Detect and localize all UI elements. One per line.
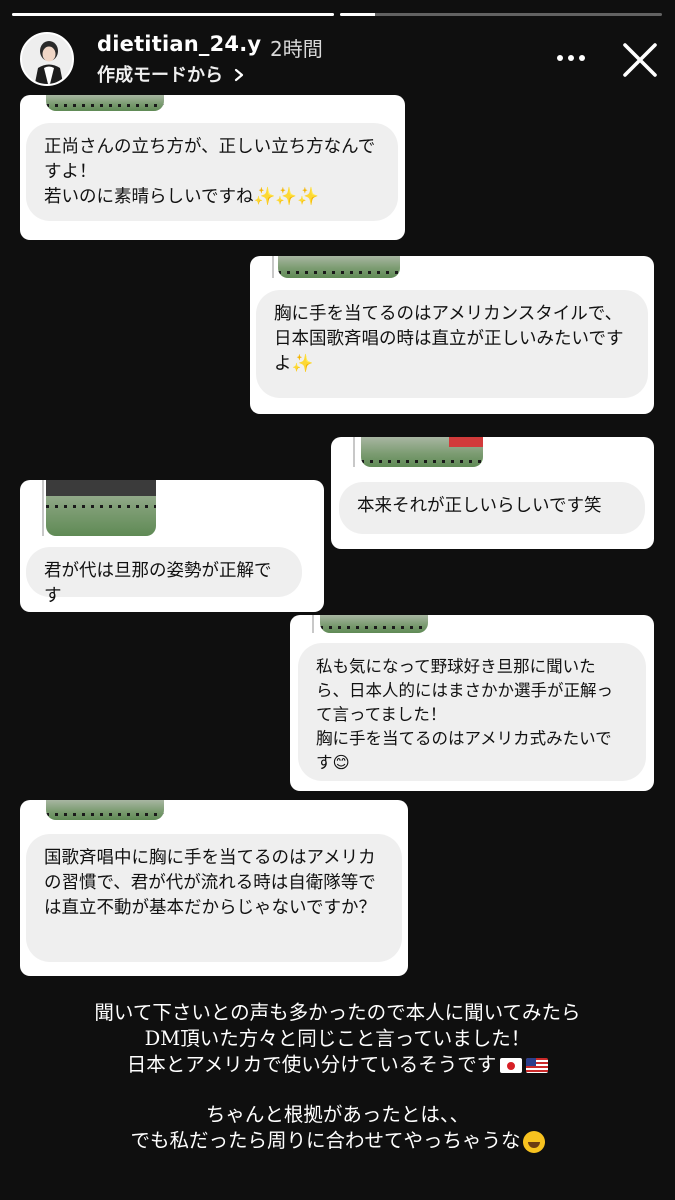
caption-line-3-wrap: 日本とアメリカで使い分けているそうです [0, 1052, 675, 1078]
message-bubble-3: 本来それが正しいらしいです笑 [339, 482, 645, 534]
story-progress-bar-1 [12, 13, 334, 16]
story-caption-block-1: 聞いて下さいとの声も多かったので本人に聞いてみたら DM頂いた方々と同じこと言っ… [0, 1000, 675, 1078]
message-bubble-1: 正尚さんの立ち方が、正しい立ち方なんですよ！ 若いのに素晴らしいですね✨✨✨ [26, 123, 398, 221]
dm-screenshot-card-6: 国歌斉唱中に胸に手を当てるのはアメリカの習慣で、君が代が流れる時は自衛隊等では直… [20, 800, 408, 976]
story-caption-block-2: ちゃんと根拠があったとは、、 でも私だったら周りに合わせてやっちゃうな [0, 1102, 675, 1154]
dm-screenshot-card-2: 胸に手を当てるのはアメリカンスタイルで、日本国歌斉唱の時は直立が正しいみたいです… [250, 256, 654, 414]
smile-emoji: 😊 [332, 753, 350, 772]
flag-usa-icon [526, 1058, 549, 1073]
caption-line-1: 聞いて下さいとの声も多かったので本人に聞いてみたら [94, 1001, 581, 1024]
message-text-3: 本来それが正しいらしいです笑 [357, 496, 602, 516]
story-progress-fill-1 [12, 13, 334, 16]
reply-thumbnail [278, 256, 400, 278]
caption-line-3: 日本とアメリカで使い分けているそうです [126, 1053, 497, 1076]
caption-line-4: ちゃんと根拠があったとは、、 [205, 1103, 470, 1126]
reply-thumbnail [46, 95, 164, 111]
story-username[interactable]: dietitian_24.y [97, 32, 261, 56]
reply-thumbnail [320, 615, 428, 633]
more-options-button[interactable] [553, 46, 589, 70]
story-progress-bar-2 [340, 13, 662, 16]
message-bubble-4: 君が代は旦那の姿勢が正解です [26, 547, 302, 606]
reply-thumbnail [46, 480, 156, 536]
avatar-person-icon [22, 34, 72, 84]
reply-thumbnail [46, 800, 164, 820]
dm-screenshot-card-1: 正尚さんの立ち方が、正しい立ち方なんですよ！ 若いのに素晴らしいですね✨✨✨ [20, 95, 405, 240]
close-button[interactable] [620, 40, 660, 80]
more-horizontal-icon [557, 55, 585, 61]
reply-thumbnail [361, 437, 483, 467]
message-text-5: 私も気になって野球好き旦那に聞いたら、日本人的にはまさかか選手が正解って言ってま… [316, 657, 613, 772]
message-bubble-5: 私も気になって野球好き旦那に聞いたら、日本人的にはまさかか選手が正解って言ってま… [298, 643, 646, 781]
rolling-laughing-icon [522, 1130, 545, 1153]
caption-line-5: でも私だったら周りに合わせてやっちゃうな [130, 1129, 521, 1152]
close-icon [623, 43, 657, 77]
sparkle-emoji: ✨ [291, 354, 314, 374]
message-bubble-2: 胸に手を当てるのはアメリカンスタイルで、日本国歌斉唱の時は直立が正しいみたいです… [256, 290, 648, 398]
chevron-right-icon [235, 68, 244, 82]
dm-screenshot-card-5: 私も気になって野球好き旦那に聞いたら、日本人的にはまさかか選手が正解って言ってま… [290, 615, 654, 791]
avatar[interactable] [20, 32, 74, 86]
message-text-4: 君が代は旦那の姿勢が正解です [44, 561, 272, 606]
create-mode-label: 作成モードから [97, 65, 223, 86]
message-text-6: 国歌斉唱中に胸に手を当てるのはアメリカの習慣で、君が代が流れる時は自衛隊等では直… [44, 848, 376, 918]
message-text-1: 正尚さんの立ち方が、正しい立ち方なんですよ！ 若いのに素晴らしいですね [44, 137, 376, 207]
caption-line-5-wrap: でも私だったら周りに合わせてやっちゃうな [0, 1128, 675, 1154]
story-progress-fill-2 [340, 13, 376, 16]
sparkle-emoji: ✨✨✨ [253, 187, 319, 207]
story-timestamp: 2時間 [270, 37, 323, 61]
message-text-2: 胸に手を当てるのはアメリカンスタイルで、日本国歌斉唱の時は直立が正しいみたいです… [274, 304, 624, 374]
create-mode-link[interactable]: 作成モードから [97, 61, 245, 87]
caption-line-2: DM頂いた方々と同じこと言っていました！ [144, 1027, 531, 1050]
message-bubble-6: 国歌斉唱中に胸に手を当てるのはアメリカの習慣で、君が代が流れる時は自衛隊等では直… [26, 834, 402, 962]
dm-screenshot-card-4: 君が代は旦那の姿勢が正解です [20, 480, 324, 612]
flag-japan-icon [500, 1058, 523, 1073]
dm-screenshot-card-3: 本来それが正しいらしいです笑 [331, 437, 654, 549]
